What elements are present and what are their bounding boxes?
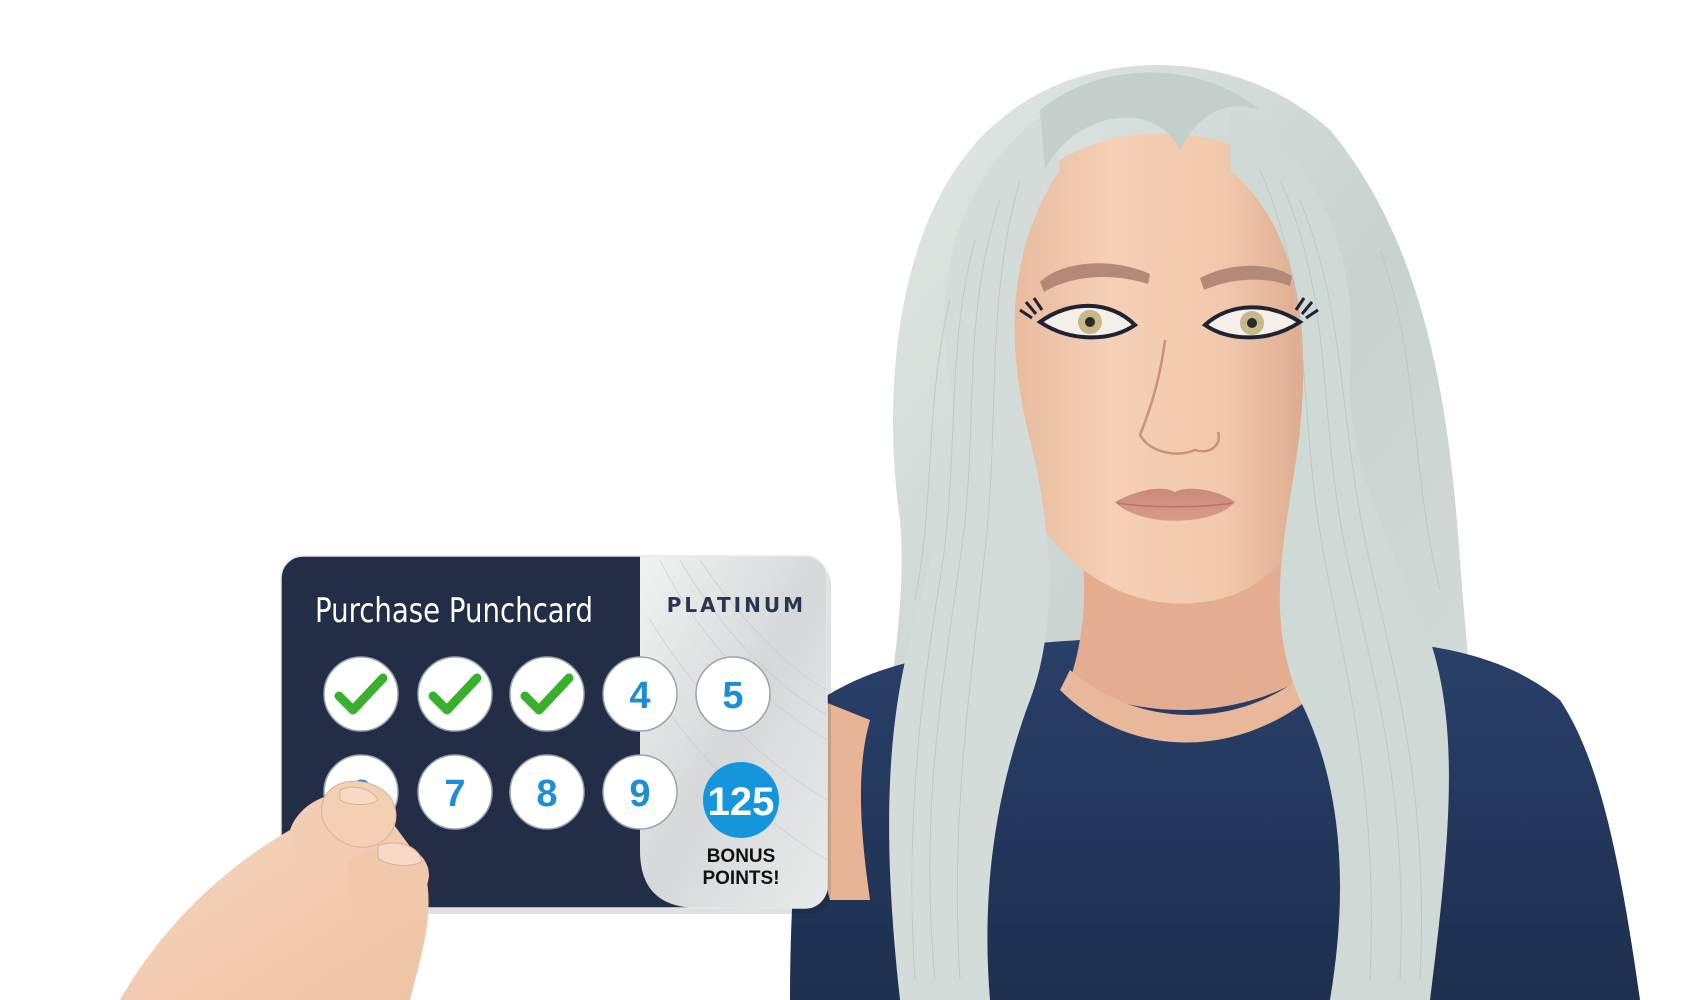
punchcard-title: Purchase Punchcard [315,591,593,631]
bonus-slot: 125 BONUS POINTS! [702,762,780,889]
tier-label: PLATINUM [667,593,806,617]
punch-slot-5: 5 [695,656,771,732]
punch-number: 9 [629,773,650,815]
punch-slot-3 [509,656,585,732]
punch-number: 8 [536,773,557,815]
punch-slot-9: 9 [602,754,678,830]
punch-slot-2 [417,656,493,732]
punch-number: 5 [722,675,743,717]
illustration-stage: Purchase Punchcard PLATINUM 456789 125 B… [0,0,1700,1000]
punch-slot-8: 8 [509,754,585,830]
woman-holding-punchcard-illustration: Purchase Punchcard PLATINUM 456789 125 B… [120,65,1640,1000]
punch-number: 7 [444,773,465,815]
punch-slot-1 [323,656,399,732]
hand [120,780,429,1000]
punch-slot-7: 7 [417,754,493,830]
punch-number: 4 [629,675,650,717]
punch-slot-4: 4 [602,656,678,732]
bonus-label-line2: POINTS! [702,868,779,889]
bonus-value: 125 [708,780,775,824]
bonus-label-line1: BONUS [707,846,776,867]
